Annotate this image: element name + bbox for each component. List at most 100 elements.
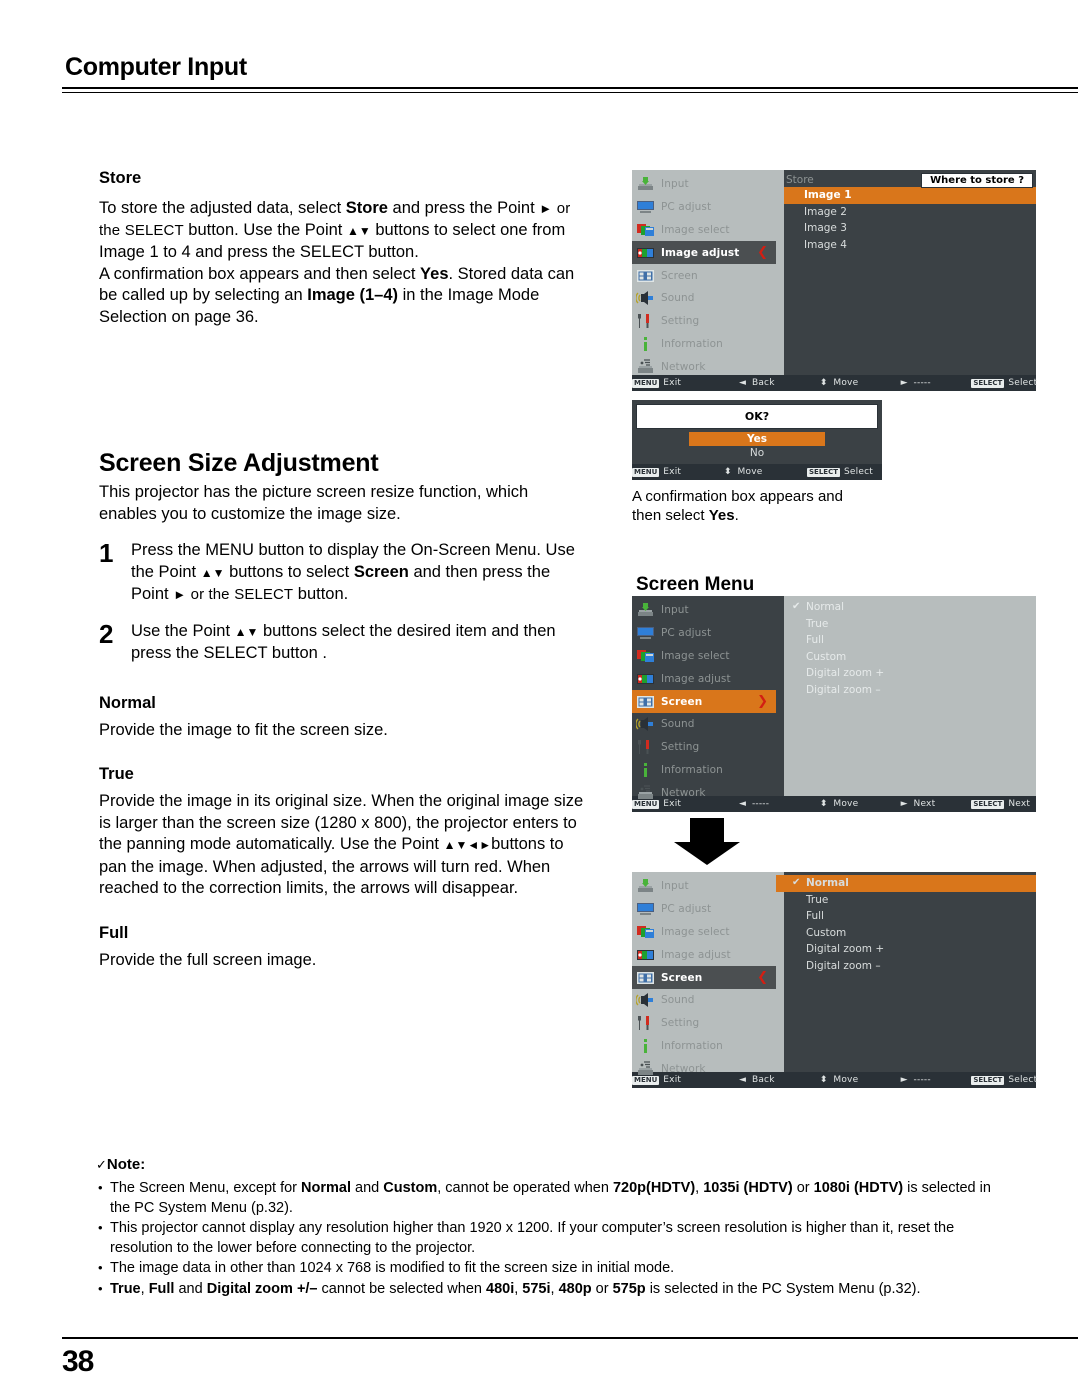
osd-screen-option[interactable]: Digital zoom + <box>776 941 1036 958</box>
osd-bar-label: Select <box>1008 1075 1038 1085</box>
confirm-no-option[interactable]: No <box>636 446 878 460</box>
osd-store-item[interactable]: Image 3 <box>776 220 1036 237</box>
osd-menu-item-screen[interactable]: Screen <box>632 264 776 287</box>
osd-bar-label: ----- <box>913 1075 931 1085</box>
osd-bar-label: Next <box>913 799 936 809</box>
osd-menu-item-sound[interactable]: Sound <box>632 713 776 736</box>
osd-store-item[interactable]: Image 2 <box>776 204 1036 221</box>
osd-bar-key-icon: MENU <box>632 467 660 477</box>
osd-confirmation-dialog-screenshot: OK? Yes No MENU Exit ⬍ Move SELECT Select <box>632 400 882 480</box>
osd-bar-segment: ◄ Back <box>737 378 818 388</box>
osd-screen-option[interactable]: Full <box>776 908 1036 925</box>
osd-store-item[interactable]: Image 4 <box>776 237 1036 254</box>
osd-screen-option[interactable]: Digital zoom – <box>776 958 1036 975</box>
note-title-text: Note: <box>106 1156 146 1173</box>
osd-screen-option[interactable]: Digital zoom + <box>776 665 1036 682</box>
osd-menu-item-label: Image adjust <box>661 246 740 259</box>
osd-screen-option-list[interactable]: ✔ Normal True Full Custom Digital zoom + Digit… <box>776 872 1036 974</box>
osd-menu-item-pc-adjust[interactable]: PC adjust <box>632 622 776 645</box>
osd-bar-segment: SELECT Select <box>971 378 1037 388</box>
note-item: The image data in other than 1024 x 768 … <box>96 1258 996 1279</box>
information-icon <box>636 762 655 778</box>
osd-menu-item-label: Input <box>661 604 689 617</box>
osd-menu-item-setting[interactable]: Setting <box>632 1012 776 1035</box>
setting-icon <box>636 1015 655 1031</box>
osd-screen-option[interactable]: ✔ Normal <box>776 875 1036 892</box>
osd-bar-segment: SELECT Select <box>971 1075 1038 1085</box>
osd-screen-panel: ✔ Normal True Full Custom Digital zoom + Digit… <box>776 872 1036 1072</box>
note-list: The Screen Menu, except for Normal and C… <box>96 1178 996 1300</box>
osd-menu-item-sound[interactable]: Sound <box>632 989 776 1012</box>
osd-menu-item-label: Network <box>661 360 706 373</box>
osd-menu-item-information[interactable]: Information <box>632 333 776 356</box>
image-adjust-icon <box>636 671 655 687</box>
document-page: Computer Input Store To store the adjust… <box>0 0 1080 1397</box>
note-text-run: 1080i (HDTV) <box>813 1180 904 1196</box>
sound-icon <box>635 992 655 1008</box>
osd-menu-item-screen[interactable]: Screen ❮ <box>632 966 776 989</box>
osd-store-item-list[interactable]: Image 1 Image 2 Image 3 Image 4 <box>776 187 1036 253</box>
osd-bar-label: Select <box>843 467 873 477</box>
network-icon <box>636 785 655 801</box>
osd-sidebar[interactable]: Input PC adjust Image select Image adjust ❮ S… <box>632 170 776 375</box>
note-item: True, Full and Digital zoom +/– cannot b… <box>96 1279 996 1300</box>
store-heading: Store <box>99 169 142 187</box>
osd-menu-item-information[interactable]: Information <box>632 1035 776 1058</box>
osd-menu-item-image-adjust[interactable]: Image adjust ❮ <box>632 241 776 265</box>
osd-menu-item-screen[interactable]: Screen ❯ <box>632 690 776 713</box>
osd-menu-item-network[interactable]: Network <box>632 781 776 804</box>
osd-screen-menu-top-screenshot: Input PC adjust Image select Image adjust Sc… <box>632 596 1036 812</box>
chevron-right-icon: ❯ <box>757 693 768 709</box>
osd-menu-item-label: PC adjust <box>661 627 712 640</box>
note-text-run: cannot be selected when <box>317 1280 486 1297</box>
osd-screen-option[interactable]: Full <box>776 632 1036 649</box>
osd-screen-option[interactable]: True <box>776 616 1036 633</box>
osd-menu-item-input[interactable]: Input <box>632 875 776 898</box>
osd-menu-item-network[interactable]: Network <box>632 355 776 378</box>
osd-screen-option[interactable]: ✔ Normal <box>776 599 1036 616</box>
osd-store-item[interactable]: Image 1 <box>776 187 1036 204</box>
screen-icon <box>636 970 655 986</box>
osd-screen-option-label: True <box>806 893 829 906</box>
osd-bar-key-icon: SELECT <box>971 1075 1005 1085</box>
osd-screen-option-list[interactable]: ✔ Normal True Full Custom Digital zoom + Digit… <box>776 596 1036 698</box>
note-text-run: 480i <box>486 1280 515 1297</box>
osd-menu-item-information[interactable]: Information <box>632 759 776 782</box>
osd-menu-item-input[interactable]: Input <box>632 599 776 622</box>
osd-bar-key-icon: SELECT <box>971 799 1005 809</box>
osd-screen-menu-bottom-screenshot: Input PC adjust Image select Image adjust Sc… <box>632 872 1038 1088</box>
osd-menu-item-pc-adjust[interactable]: PC adjust <box>632 196 776 219</box>
osd-store-menu-screenshot: Input PC adjust Image select Image adjust ❮ S… <box>632 170 1037 391</box>
osd-screen-option[interactable]: Custom <box>776 925 1036 942</box>
osd-menu-item-pc-adjust[interactable]: PC adjust <box>632 898 776 921</box>
osd-menu-item-label: Information <box>661 763 723 776</box>
step-2-text: Use the Point ▲▼ buttons select the desi… <box>131 621 556 663</box>
osd-bar-segment: ► Next <box>899 799 972 809</box>
down-arrow-icon <box>674 818 740 865</box>
osd-menu-item-image-adjust[interactable]: Image adjust <box>632 943 776 966</box>
page-header: Computer Input <box>65 52 1015 82</box>
osd-menu-item-label: Sound <box>661 994 695 1007</box>
osd-menu-item-image-select[interactable]: Image select <box>632 645 776 668</box>
note-text-run: , <box>140 1280 149 1297</box>
osd-menu-item-network[interactable]: Network <box>632 1057 776 1080</box>
term-normal-name: Normal <box>99 693 156 712</box>
osd-screen-option[interactable]: True <box>776 892 1036 909</box>
osd-bar-label: ----- <box>913 378 931 388</box>
osd-menu-item-sound[interactable]: Sound <box>632 287 776 310</box>
osd-menu-item-image-select[interactable]: Image select <box>632 219 776 242</box>
osd-bar-key-icon: ⬍ <box>819 377 828 388</box>
information-icon <box>636 1038 655 1054</box>
osd-sidebar[interactable]: Input PC adjust Image select Image adjust Sc… <box>632 596 776 799</box>
osd-sidebar[interactable]: Input PC adjust Image select Image adjust Sc… <box>632 872 776 1075</box>
osd-screen-option[interactable]: Digital zoom – <box>776 682 1036 699</box>
osd-menu-item-setting[interactable]: Setting <box>632 310 776 333</box>
osd-menu-item-image-select[interactable]: Image select <box>632 921 776 944</box>
osd-menu-item-image-adjust[interactable]: Image adjust <box>632 667 776 690</box>
osd-menu-item-setting[interactable]: Setting <box>632 736 776 759</box>
note-text-run: 575p <box>612 1280 646 1297</box>
osd-bar-segment: SELECT Next <box>971 799 1036 809</box>
osd-menu-item-input[interactable]: Input <box>632 173 776 196</box>
confirm-yes-option[interactable]: Yes <box>689 432 825 446</box>
osd-screen-option[interactable]: Custom <box>776 649 1036 666</box>
